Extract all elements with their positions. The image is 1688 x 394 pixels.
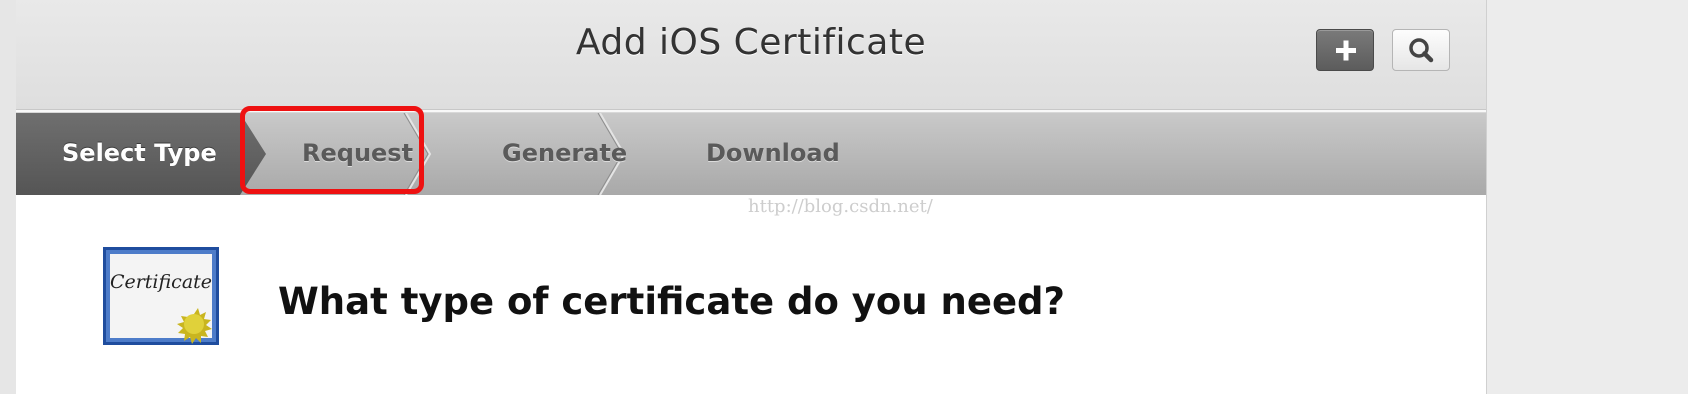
certificate-icon-text: Certificate xyxy=(110,271,212,293)
watermark: http://blog.csdn.net/ xyxy=(748,196,933,217)
highlight-annotation xyxy=(240,106,424,194)
step-generate[interactable]: Generate xyxy=(502,139,627,167)
main-panel: Add iOS Certificate Select Type Request xyxy=(16,0,1486,394)
step-progress-bar: Select Type Request Generate Download xyxy=(16,112,1486,195)
search-button[interactable] xyxy=(1392,29,1450,71)
page-header: Add iOS Certificate xyxy=(16,0,1486,112)
page-title: Add iOS Certificate xyxy=(575,22,927,63)
plus-icon xyxy=(1336,40,1356,61)
left-gutter xyxy=(0,0,17,394)
certificate-type-question: What type of certificate do you need? xyxy=(278,280,1066,323)
certificate-icon: Certificate xyxy=(103,247,219,345)
add-button[interactable] xyxy=(1316,29,1374,71)
step-label-select-type: Select Type xyxy=(62,139,217,167)
right-gutter xyxy=(1486,0,1688,394)
search-icon xyxy=(1409,38,1434,63)
step-download[interactable]: Download xyxy=(706,139,840,167)
